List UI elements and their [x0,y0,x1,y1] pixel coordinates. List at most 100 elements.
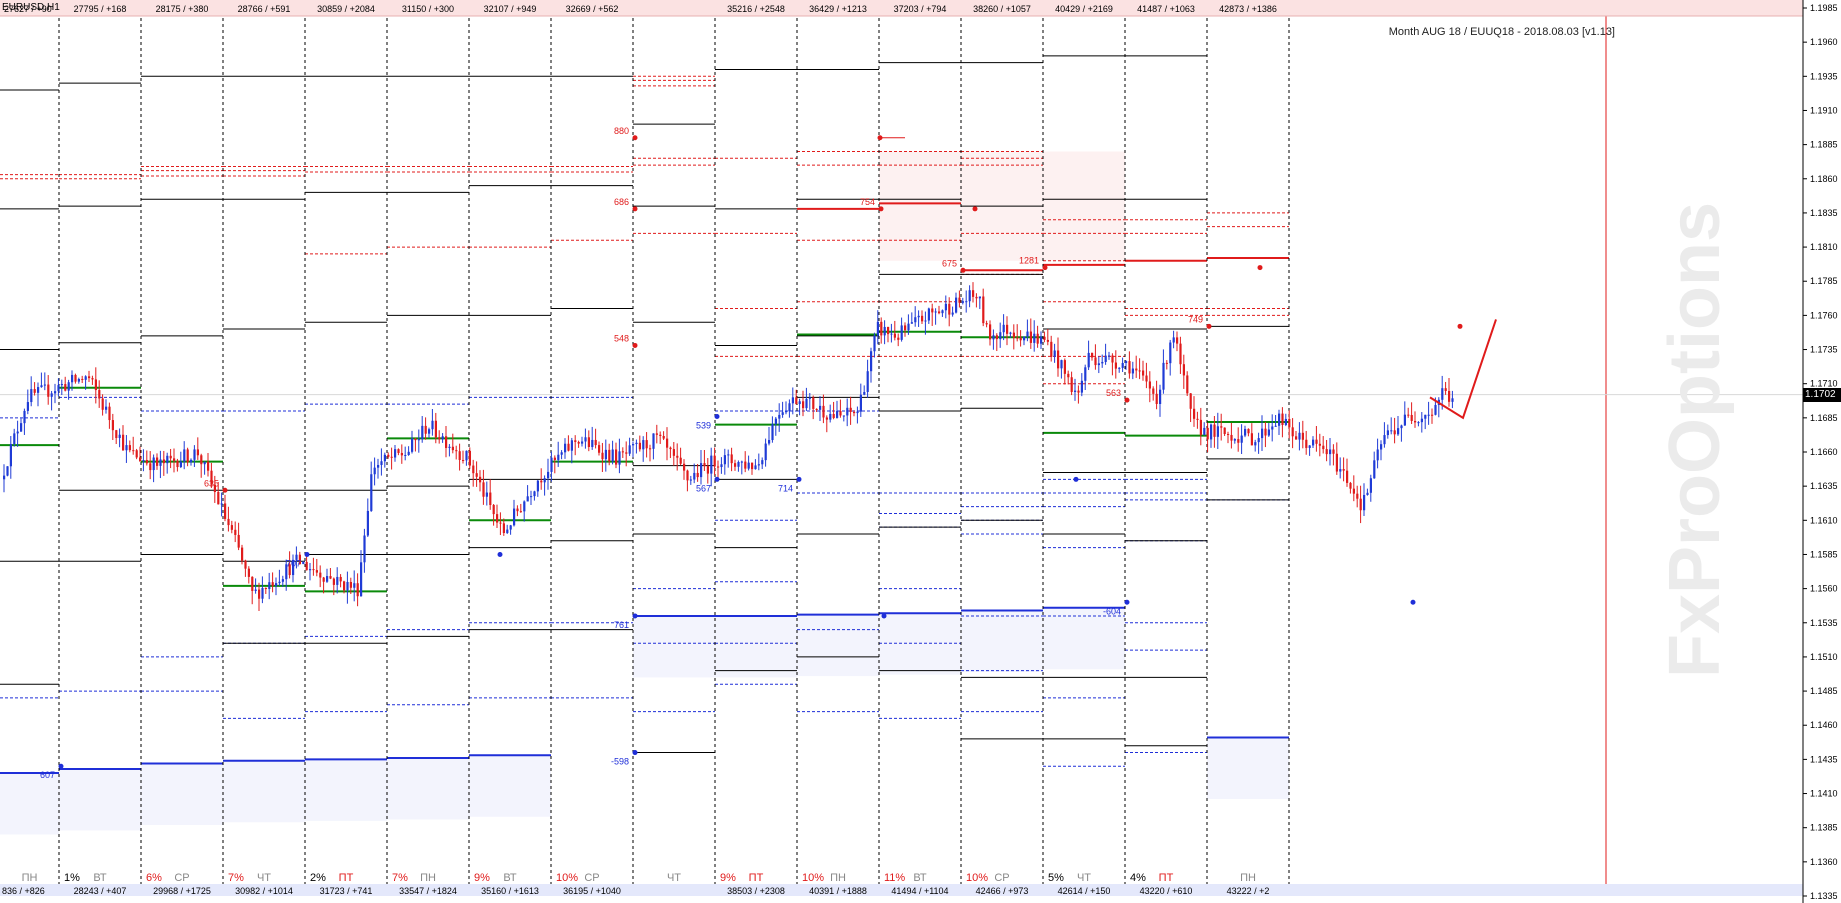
candle-body [1193,408,1196,419]
candle-body [105,406,108,410]
price-tick-label: 1.1660 [1810,447,1838,457]
candle-body [1318,443,1321,446]
put-zone [141,763,223,825]
candle-body [1203,427,1206,435]
top-strip-cell: 40429 / +2169 [1055,4,1113,14]
call-marker-label: 749 [1188,314,1203,324]
put-zone [387,758,469,820]
candle-body [261,587,264,599]
candle-body [938,311,941,314]
put-zone [961,610,1043,672]
day-label: ВТ [913,872,927,884]
day-label: ПН [830,872,846,884]
candle-body [1373,460,1376,479]
candle-body [254,589,257,591]
candle-body [71,374,74,383]
candle-body [968,290,971,302]
candle-body [390,456,393,458]
candle-body [1349,482,1352,489]
candle-body [720,464,723,468]
top-strip-cell: 37203 / +794 [894,4,947,14]
candle-body [587,437,590,448]
candle-body [985,323,988,325]
candle-body [1063,360,1066,374]
candle-body [805,398,808,409]
candle-body [1023,336,1026,341]
put-zone [715,615,797,678]
call-marker-label: 754 [860,197,875,207]
candle-body [1237,439,1240,443]
candle-body [666,438,669,448]
candle-body [897,337,900,340]
day-percent: 9% [720,872,736,884]
candle-body [241,547,244,561]
price-tick-label: 1.1835 [1810,208,1838,218]
candle-body [740,461,743,463]
candle-body [747,462,750,469]
candle-body [842,415,845,417]
candle-body [1403,414,1406,426]
candle-body [94,379,97,391]
candle-body [1427,414,1430,416]
candle-body [190,459,193,463]
put-marker-label: -598 [611,757,629,767]
candle-body [1325,449,1328,455]
candle-body [319,572,322,578]
candle-body [322,577,325,582]
candle-body [268,582,271,590]
candle-body [156,457,159,466]
candle-body [822,405,825,418]
price-chart[interactable]: 880 686 548 635 754 675 1281 749 563 607 707 539 567… [0,0,1841,903]
candle-body [125,445,128,451]
candle-body [237,534,240,548]
candle-body [465,450,468,461]
bottom-strip-cell: 35160 / +1613 [481,886,539,896]
candle-body [863,392,866,395]
candle-body [1210,424,1213,440]
candle-body [553,457,556,460]
top-strip-cell: 38260 / +1057 [973,4,1031,14]
price-tick-label: 1.1735 [1810,345,1838,355]
candle-body [47,384,50,397]
candle-body [679,457,682,464]
candle-body [1380,444,1383,450]
candle-body [890,333,893,335]
candle-body [230,525,233,530]
top-strip-cell: 32669 / +562 [566,4,619,14]
call-marker-label: 563 [1106,388,1121,398]
candle-body [941,310,944,314]
candle-body [1434,404,1437,415]
candle-body [1216,426,1219,437]
candle-body [1291,427,1294,437]
candle-body [101,398,104,410]
price-tick-label: 1.1635 [1810,481,1838,491]
put-marker-label: 567 [696,483,711,493]
put-marker-dot [632,613,638,619]
candle-body [366,510,369,536]
candle-body [247,568,250,577]
candle-body [421,425,424,440]
candle-body [1393,430,1396,435]
call-marker-dot [960,267,966,273]
candle-body [441,436,444,440]
candle-body [1431,414,1434,416]
candle-body [54,391,57,394]
candle-body [591,439,594,448]
candle-body [57,385,60,392]
candle-body [400,452,403,456]
candle-body [570,440,573,451]
candle-body [791,397,794,404]
candle-body [360,562,363,597]
candle-body [649,448,652,450]
candle-body [271,582,274,586]
candle-body [1176,337,1179,344]
candle-body [1281,413,1284,425]
day-label: ПТ [749,872,764,884]
candle-body [1050,341,1053,357]
candle-body [142,460,145,462]
day-label: СР [174,872,189,884]
day-label: ПН [420,872,436,884]
candle-body [547,471,550,479]
candle-body [1046,339,1049,342]
day-label: ЧТ [667,872,681,884]
